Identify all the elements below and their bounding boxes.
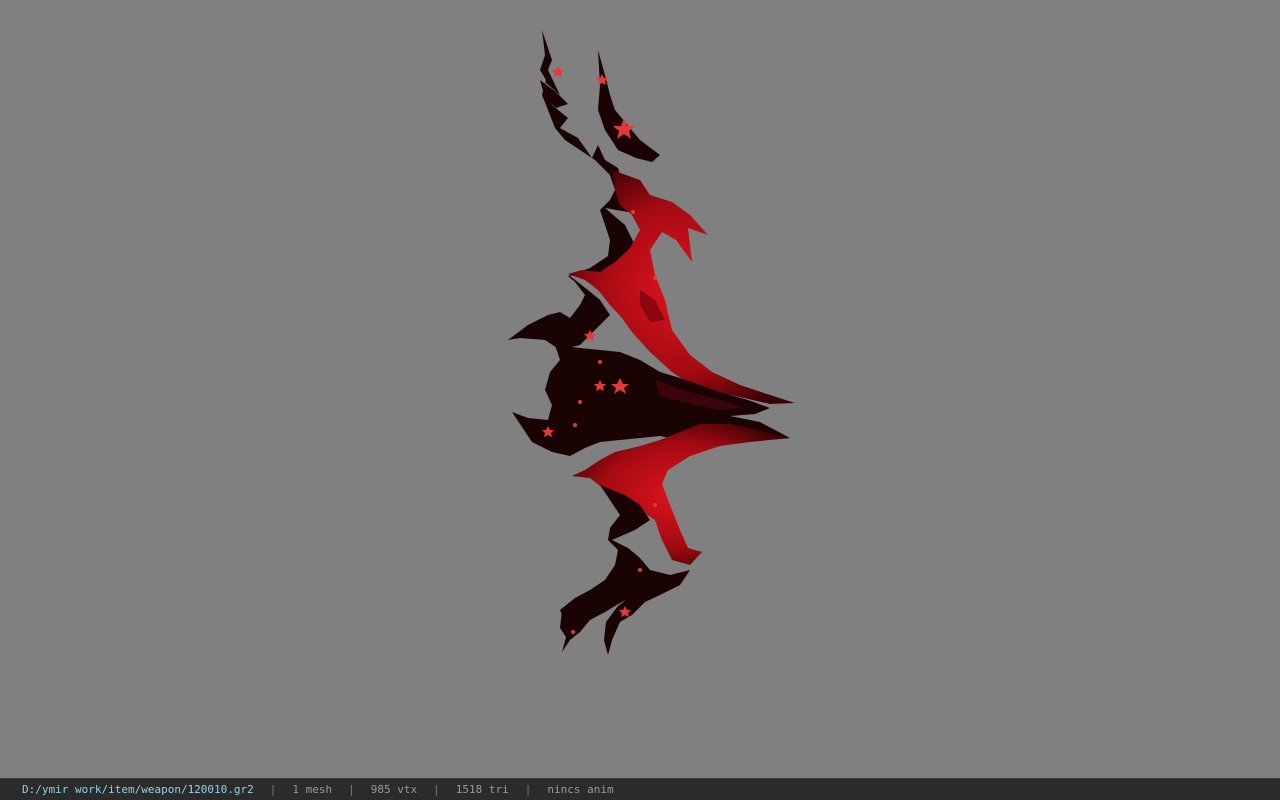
file-path: D:/ymir work/item/weapon/120010.gr2 [22, 783, 254, 796]
separator: | [433, 783, 440, 796]
separator: | [524, 783, 532, 796]
status-bar: D:/ymir work/item/weapon/120010.gr2 | 1 … [0, 778, 1280, 800]
weapon-model[interactable] [0, 0, 1280, 778]
3d-viewport[interactable] [0, 0, 1280, 778]
separator: | [348, 783, 355, 796]
separator: | [269, 783, 277, 796]
lower-red-blade [572, 424, 790, 565]
mesh-count: 1 mesh [292, 783, 333, 796]
vertex-count: 985 vtx [370, 783, 418, 796]
animation-status: nincs anim [547, 783, 614, 796]
triangle-count: 1518 tri [455, 783, 509, 796]
